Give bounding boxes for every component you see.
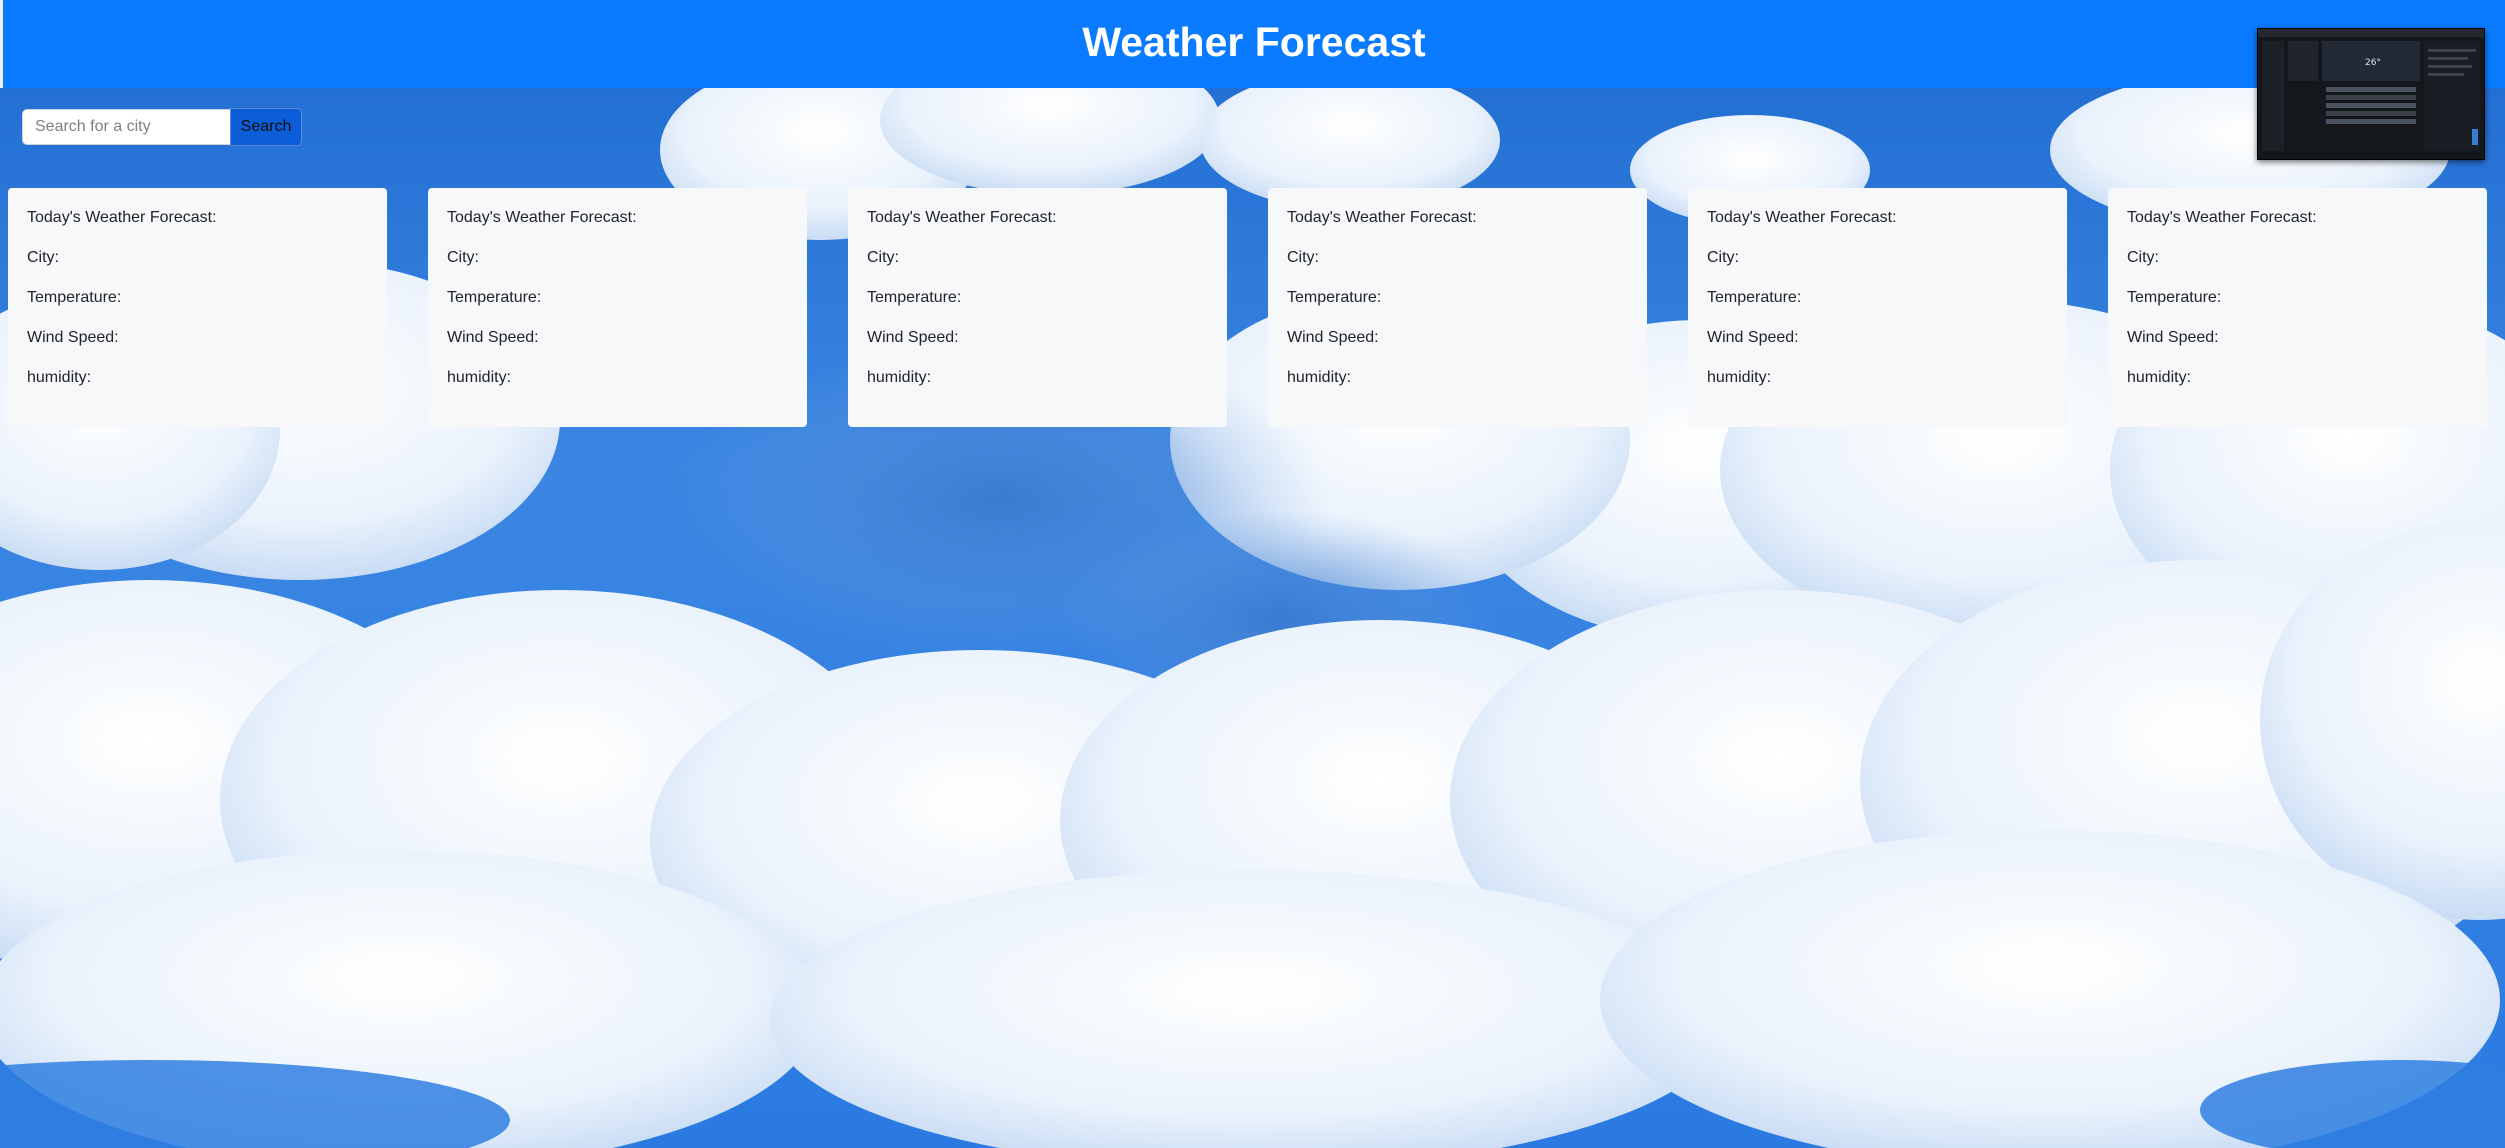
card-heading: Today's Weather Forecast:: [1287, 209, 1477, 226]
temperature-label: Temperature:: [1707, 289, 1802, 306]
wind-speed-label: Wind Speed:: [27, 329, 119, 346]
window-edge: [0, 0, 3, 88]
forecast-card: Today's Weather Forecast: City: Temperat…: [1268, 188, 1647, 427]
humidity-label: humidity:: [867, 369, 932, 386]
temperature-label: Temperature:: [447, 289, 542, 306]
wind-speed-label: Wind Speed:: [447, 329, 539, 346]
city-label: City:: [27, 249, 59, 266]
temperature-label: Temperature:: [1287, 289, 1382, 306]
temperature-label: Temperature:: [867, 289, 962, 306]
page-title: Weather Forecast: [1082, 18, 1426, 65]
card-heading: Today's Weather Forecast:: [1707, 209, 1897, 226]
humidity-label: humidity:: [447, 369, 512, 386]
forecast-cards: Today's Weather Forecast: City: Temperat…: [8, 188, 2487, 427]
search-bar: Search: [22, 108, 302, 147]
search-button[interactable]: Search: [230, 108, 302, 146]
card-heading: Today's Weather Forecast:: [2127, 209, 2317, 226]
card-heading: Today's Weather Forecast:: [447, 209, 637, 226]
wind-speed-label: Wind Speed:: [1707, 329, 1799, 346]
forecast-card: Today's Weather Forecast: City: Temperat…: [428, 188, 807, 427]
svg-text:26°: 26°: [2365, 58, 2381, 68]
card-heading: Today's Weather Forecast:: [867, 209, 1057, 226]
cloudy-sky-background: [0, 0, 2505, 1148]
city-label: City:: [447, 249, 479, 266]
city-label: City:: [1287, 249, 1319, 266]
search-input[interactable]: [22, 109, 230, 145]
temperature-label: Temperature:: [27, 289, 122, 306]
city-label: City:: [867, 249, 899, 266]
wind-speed-label: Wind Speed:: [867, 329, 959, 346]
forecast-card: Today's Weather Forecast: City: Temperat…: [2108, 188, 2487, 427]
humidity-label: humidity:: [1707, 369, 1772, 386]
card-heading: Today's Weather Forecast:: [27, 209, 217, 226]
app-header: Weather Forecast: [3, 0, 2505, 88]
forecast-card: Today's Weather Forecast: City: Temperat…: [8, 188, 387, 427]
humidity-label: humidity:: [2127, 369, 2192, 386]
humidity-label: humidity:: [27, 369, 92, 386]
wind-speed-label: Wind Speed:: [2127, 329, 2219, 346]
thumbnail-image: 26°: [2258, 29, 2484, 159]
forecast-card: Today's Weather Forecast: City: Temperat…: [1688, 188, 2067, 427]
city-label: City:: [1707, 249, 1739, 266]
screenshot-preview-thumbnail[interactable]: 26°: [2257, 28, 2485, 160]
humidity-label: humidity:: [1287, 369, 1352, 386]
city-label: City:: [2127, 249, 2159, 266]
forecast-card: Today's Weather Forecast: City: Temperat…: [848, 188, 1227, 427]
temperature-label: Temperature:: [2127, 289, 2222, 306]
wind-speed-label: Wind Speed:: [1287, 329, 1379, 346]
